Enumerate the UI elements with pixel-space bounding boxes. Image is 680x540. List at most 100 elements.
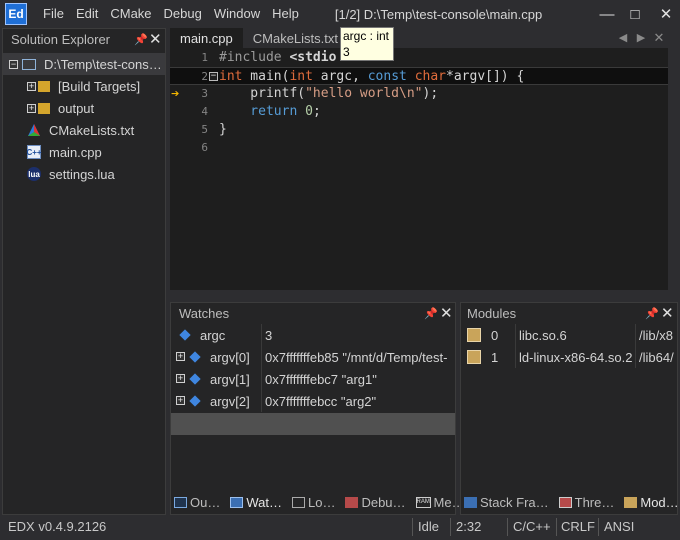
module-icon	[467, 328, 481, 342]
tree-item-label: main.cpp	[49, 144, 102, 160]
status-line-ending[interactable]: CRLF	[561, 519, 595, 534]
module-index: 1	[491, 349, 499, 365]
tab-cmakelists[interactable]: CMakeLists.txt	[243, 28, 348, 48]
code-line-current: 2 − int main(int argc, const char*argv[]…	[170, 67, 668, 85]
tab-threads[interactable]: Thre…	[558, 495, 614, 510]
expand-icon[interactable]: +	[27, 81, 36, 91]
tree-item-settings-lua[interactable]: lua settings.lua	[3, 163, 165, 185]
line-number: 3	[201, 87, 208, 100]
tab-stack-frames[interactable]: Stack Fra…	[464, 495, 549, 510]
watch-row[interactable]: + argv[0] 0x7fffffffeb85 "/mnt/d/Temp/te…	[171, 346, 455, 368]
collapse-icon[interactable]: −	[9, 59, 18, 69]
expand-icon[interactable]: +	[176, 374, 185, 383]
status-encoding[interactable]: ANSI	[604, 519, 634, 534]
line-number: 2	[201, 70, 208, 83]
code-line: ➔ 3 printf("hello world\n");	[170, 85, 668, 103]
expand-icon[interactable]: +	[176, 352, 185, 361]
locals-icon	[291, 496, 305, 508]
tab-locals[interactable]: Lo…	[291, 495, 335, 510]
watch-row[interactable]: + argv[1] 0x7fffffffebc7 "arg1"	[171, 368, 455, 390]
tab-output[interactable]: Ou…	[174, 495, 220, 510]
module-name: ld-linux-x86-64.so.2	[519, 349, 633, 365]
watch-row[interactable]: + argv[2] 0x7fffffffebcc "arg2"	[171, 390, 455, 412]
code-text: #include <stdio	[219, 50, 337, 65]
tree-item-output[interactable]: + output	[3, 97, 165, 119]
expand-icon[interactable]: +	[176, 396, 185, 405]
tab-watches[interactable]: Wat…	[230, 495, 282, 510]
tree-item-build-targets[interactable]: + [Build Targets]	[3, 75, 165, 97]
lua-file-icon: lua	[27, 167, 41, 181]
code-text: printf("hello world\n");	[219, 86, 439, 101]
cmake-icon	[27, 123, 41, 137]
tree-item-cmakelists[interactable]: CMakeLists.txt	[3, 119, 165, 141]
watch-name: argc	[200, 327, 226, 343]
expand-icon[interactable]: +	[27, 103, 36, 113]
module-row[interactable]: 0 libc.so.6 /lib/x8	[461, 324, 677, 346]
tab-scroll-right-icon[interactable]: ▶	[632, 28, 650, 48]
status-version: EDX v0.4.9.2126	[8, 519, 107, 534]
variable-icon	[189, 395, 201, 407]
folder-icon	[38, 102, 50, 114]
code-line: 6	[170, 139, 668, 157]
line-number: 1	[201, 51, 208, 64]
menu-window[interactable]: Window	[208, 0, 266, 28]
close-panel-icon[interactable]: ✕	[149, 30, 162, 48]
watch-name: argv[0]	[210, 349, 250, 365]
code-text: return 0;	[219, 104, 321, 119]
pin-icon[interactable]: 📌	[424, 307, 438, 320]
tree-item-label: [Build Targets]	[58, 78, 141, 94]
watches-panel: Watches 📌 ✕ argc 3 + argv[0] 0x7fffffffe…	[170, 302, 465, 515]
close-window-button[interactable]: ✕	[655, 3, 677, 25]
pin-icon[interactable]: 📌	[134, 33, 148, 46]
fold-icon[interactable]: −	[209, 72, 218, 81]
editor-tab-bar: main.cpp CMakeLists.txt ◀ ▶ ✕	[170, 28, 668, 48]
watches-header: Watches 📌 ✕	[171, 303, 455, 323]
module-index: 0	[491, 327, 499, 343]
module-path: /lib/x8	[639, 327, 673, 343]
module-name: libc.so.6	[519, 327, 567, 343]
variable-icon	[179, 329, 191, 341]
close-panel-icon[interactable]: ✕	[440, 304, 453, 322]
app-logo-icon: Ed	[5, 3, 27, 25]
hover-tooltip: argc : int 3	[340, 27, 394, 61]
threads-icon	[558, 496, 572, 508]
menu-debug[interactable]: Debug	[158, 0, 208, 28]
status-language[interactable]: C/C++	[513, 519, 551, 534]
pin-icon[interactable]: 📌	[645, 307, 659, 320]
solution-icon	[22, 58, 36, 70]
close-tab-icon[interactable]: ✕	[650, 28, 668, 48]
menu-file[interactable]: File	[37, 0, 70, 28]
tab-modules[interactable]: Mod…	[624, 495, 679, 510]
menu-edit[interactable]: Edit	[70, 0, 104, 28]
tab-main-cpp[interactable]: main.cpp	[170, 28, 243, 48]
close-panel-icon[interactable]: ✕	[661, 304, 674, 322]
menu-help[interactable]: Help	[266, 0, 305, 28]
watch-name: argv[2]	[210, 393, 250, 409]
menu-cmake[interactable]: CMake	[104, 0, 157, 28]
watch-name: argv[1]	[210, 371, 250, 387]
modules-icon	[624, 496, 638, 508]
maximize-button[interactable]: □	[624, 3, 646, 25]
tree-item-label: CMakeLists.txt	[49, 122, 135, 138]
tree-item-solution[interactable]: − D:\Temp\test-cons…	[3, 53, 165, 75]
tab-scroll-left-icon[interactable]: ◀	[614, 28, 632, 48]
code-text: }	[219, 122, 227, 137]
minimize-button[interactable]: —	[596, 3, 618, 25]
tree-item-main-cpp[interactable]: C++ main.cpp	[3, 141, 165, 163]
code-editor[interactable]: 1 #include <stdio 2 − int main(int argc,…	[170, 48, 668, 290]
line-number: 6	[201, 141, 208, 154]
tab-debug[interactable]: Debu…	[345, 495, 406, 510]
build-targets-folder-icon	[38, 80, 50, 92]
tab-memory[interactable]: RAM Me…	[415, 495, 465, 510]
status-bar: EDX v0.4.9.2126 Idle 2:32 C/C++ CRLF ANS…	[0, 515, 680, 540]
line-number: 4	[201, 105, 208, 118]
watch-row[interactable]: argc 3	[171, 324, 455, 346]
modules-header: Modules 📌 ✕	[461, 303, 677, 323]
cpp-file-icon: C++	[26, 145, 42, 159]
module-path: /lib64/	[639, 349, 674, 365]
tab-navigation: ◀ ▶ ✕	[614, 28, 668, 48]
menu-bar: File Edit CMake Debug Window Help	[37, 0, 305, 28]
module-icon	[467, 350, 481, 364]
new-watch-row[interactable]	[171, 413, 455, 435]
module-row[interactable]: 1 ld-linux-x86-64.so.2 /lib64/	[461, 346, 677, 368]
